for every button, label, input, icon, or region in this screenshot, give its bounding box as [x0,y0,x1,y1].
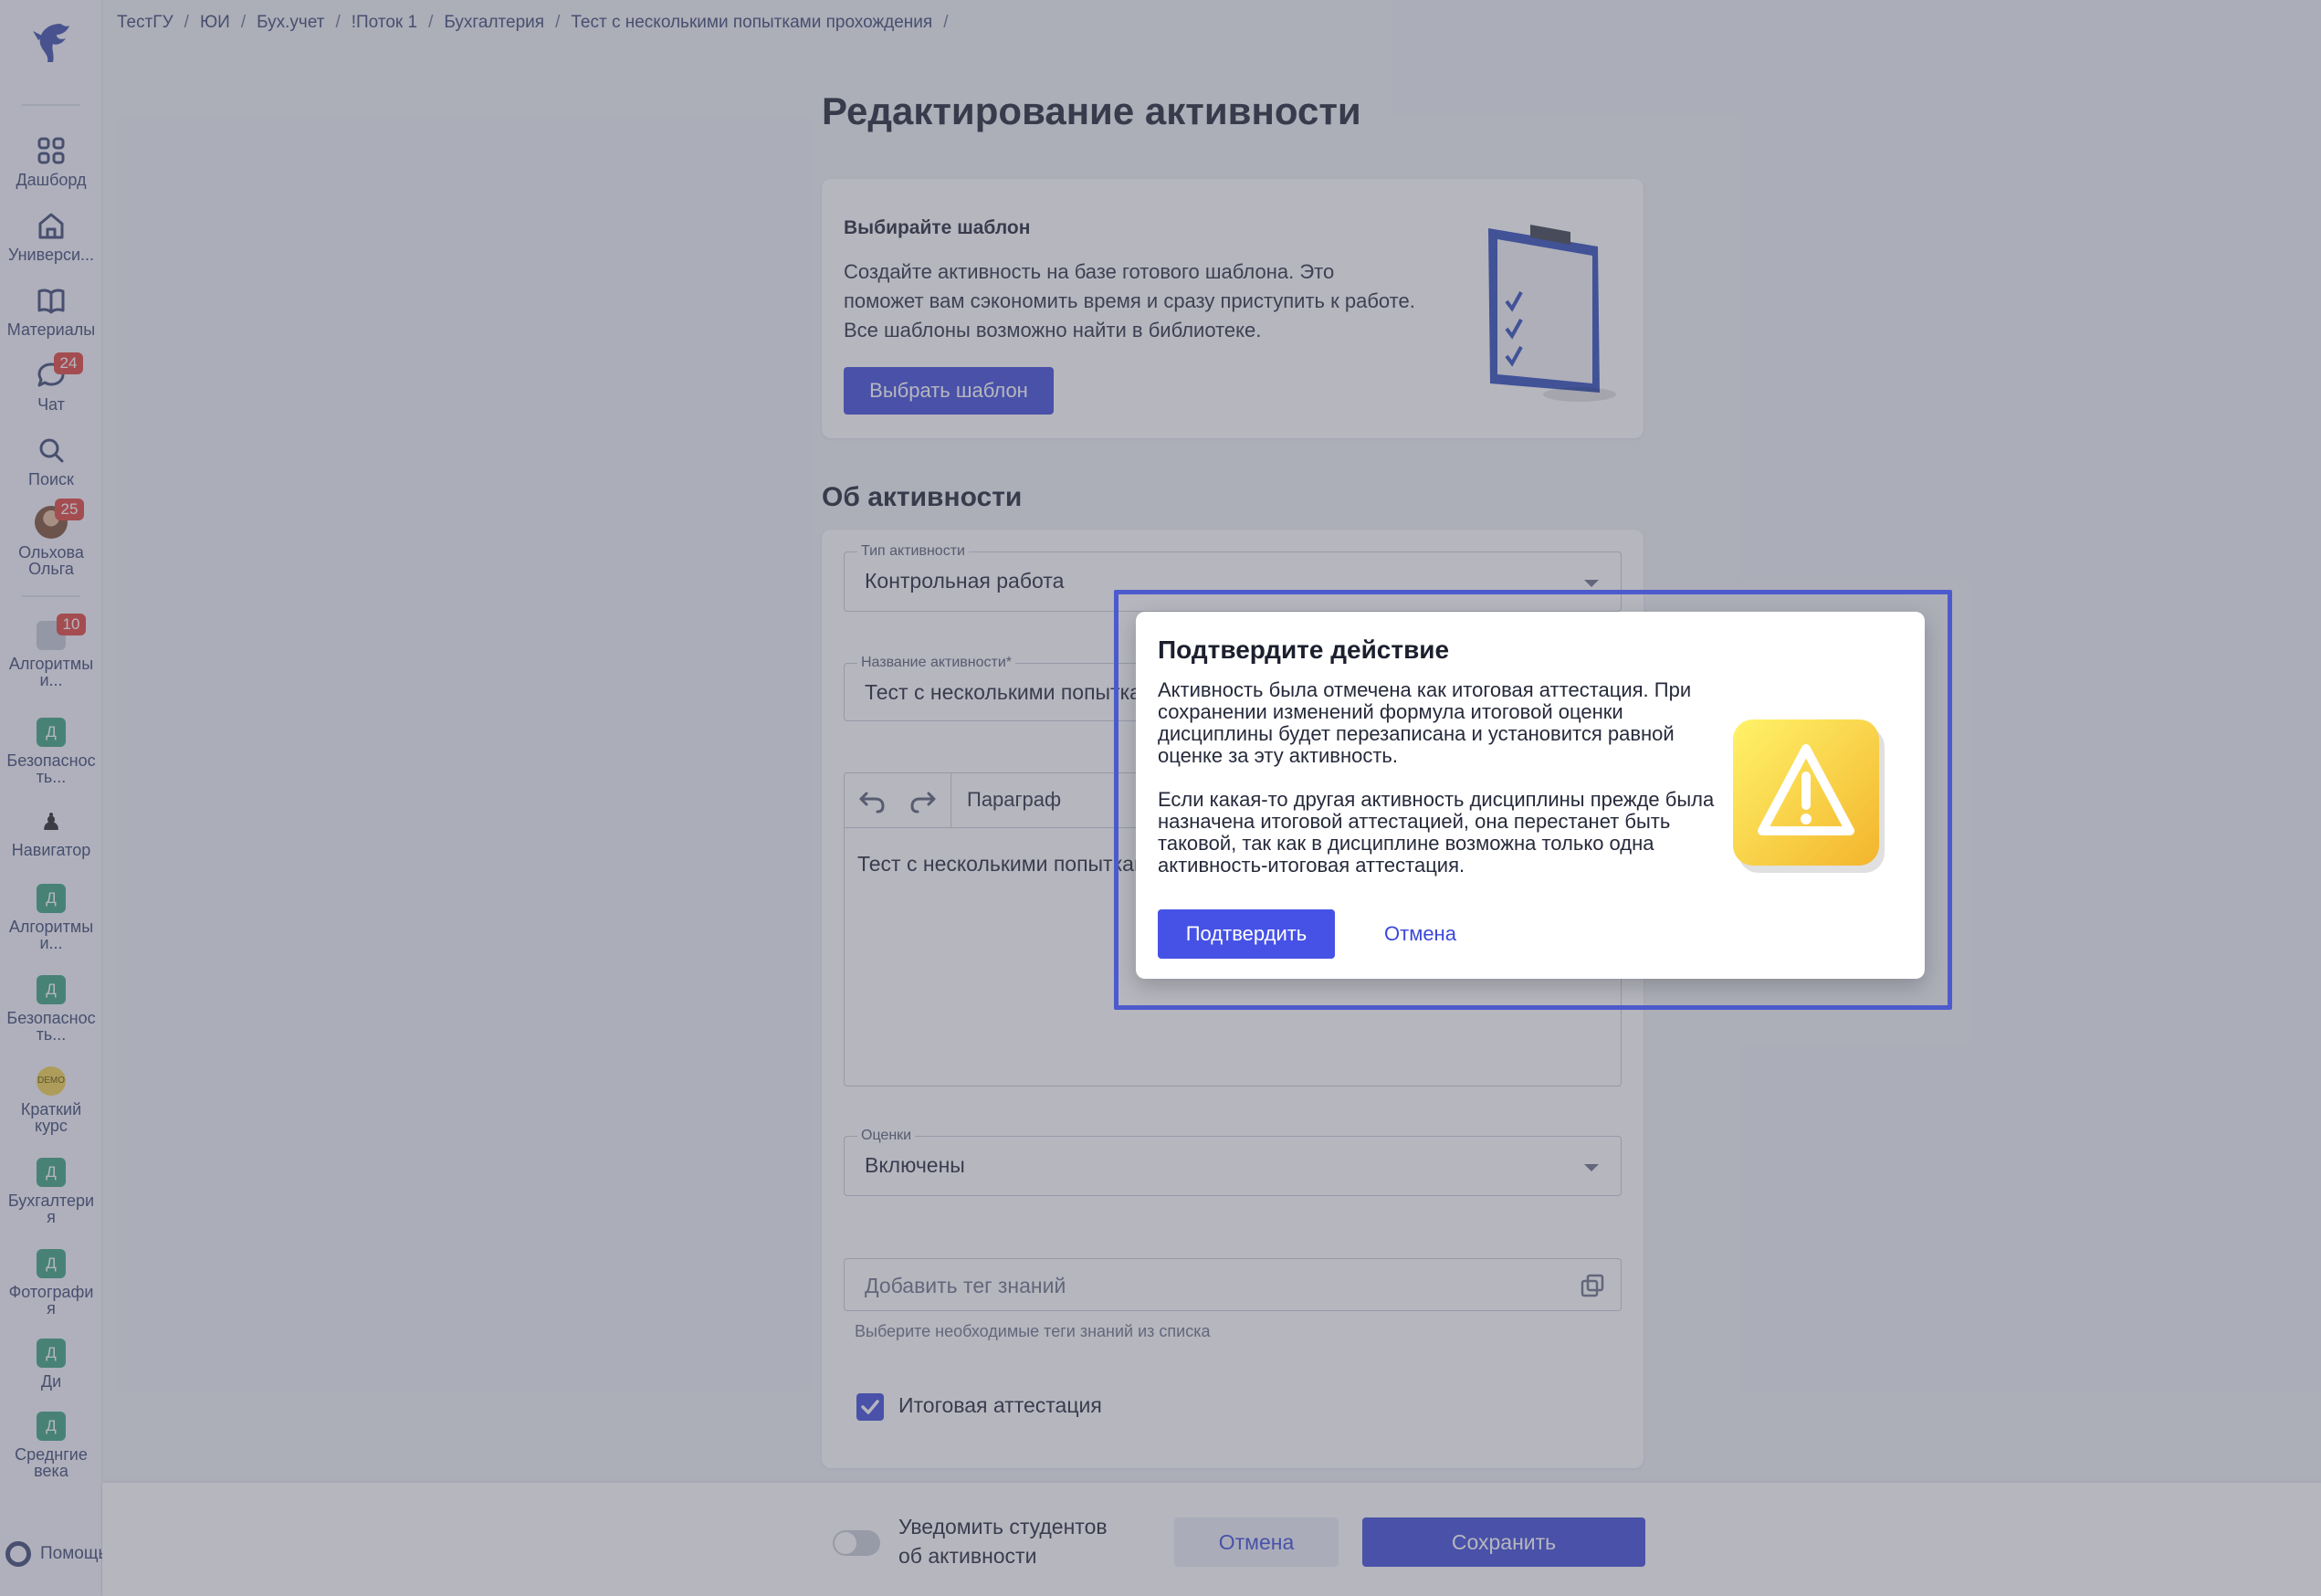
confirm-dialog: Подтвердите действие Активность была отм… [1136,612,1925,979]
warning-icon [1728,712,1892,877]
dialog-paragraph-2: Если какая-то другая активность дисципли… [1158,788,1715,877]
dialog-paragraph-1: Активность была отмечена как итоговая ат… [1158,678,1692,767]
dialog-title: Подтвердите действие [1158,635,1450,664]
dialog-cancel-button[interactable]: Отмена [1373,909,1467,959]
confirm-button[interactable]: Подтвердить [1158,909,1335,959]
